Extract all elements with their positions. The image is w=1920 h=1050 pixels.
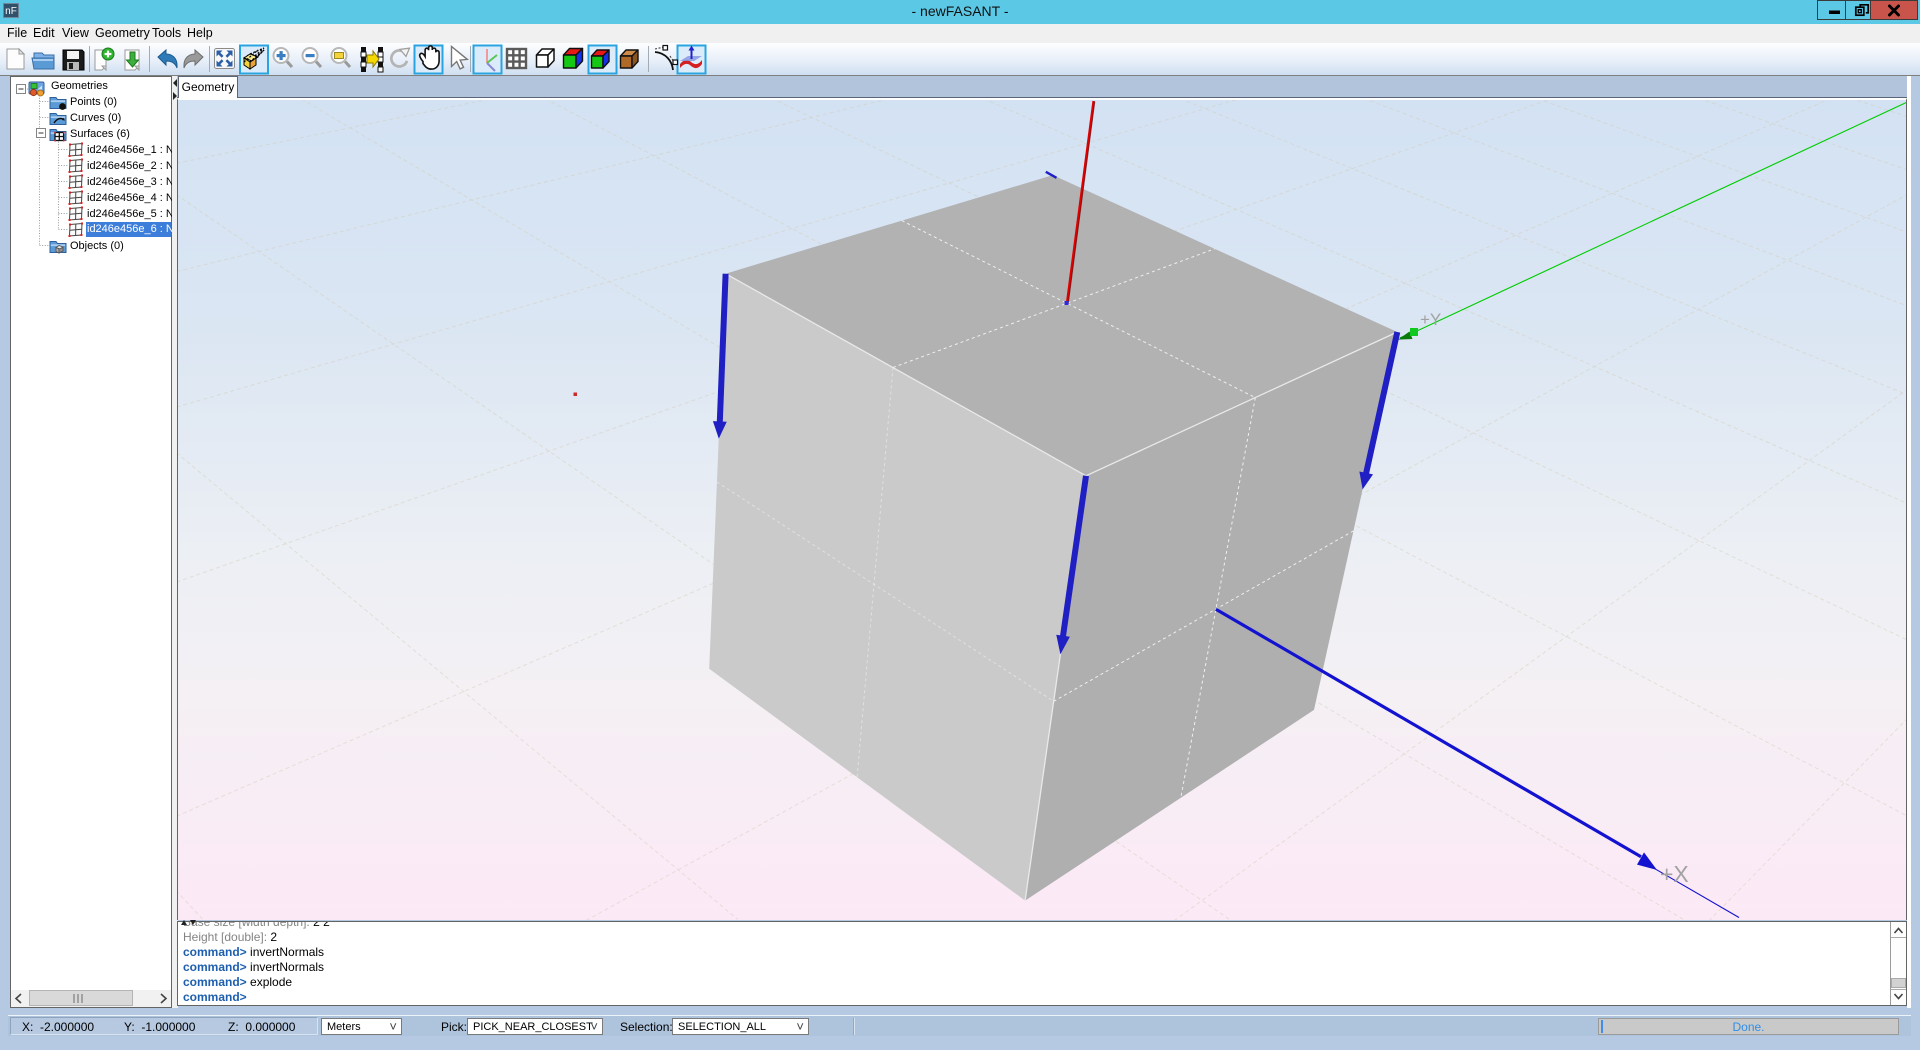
svg-text:+Y: +Y — [1420, 310, 1441, 329]
svg-text:+X: +X — [1660, 861, 1689, 887]
